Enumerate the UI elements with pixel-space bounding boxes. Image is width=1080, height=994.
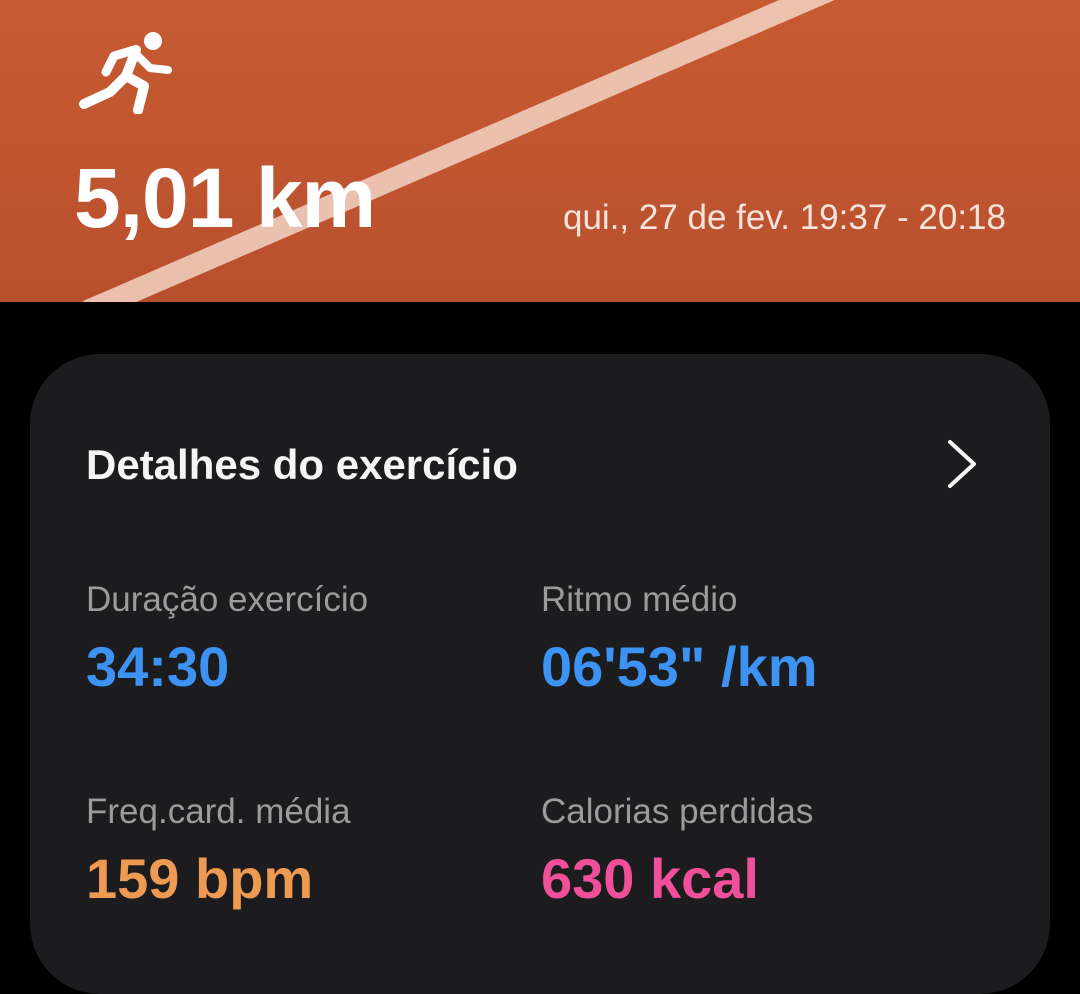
exercise-details-card[interactable]: Detalhes do exercício Duração exercício …: [30, 354, 1050, 994]
workout-datetime: qui., 27 de fev. 19:37 - 20:18: [562, 198, 1006, 237]
hero-banner: 5,01 km qui., 27 de fev. 19:37 - 20:18: [0, 0, 1080, 302]
stat-value: 34:30: [86, 635, 230, 698]
stat-label: Duração exercício: [86, 580, 369, 619]
stat-label: Calorias perdidas: [541, 792, 814, 831]
stat-value: 630 kcal: [541, 847, 759, 910]
stat-label: Ritmo médio: [541, 580, 738, 619]
stat-label: Freq.card. média: [86, 792, 351, 831]
card-title: Detalhes do exercício: [86, 441, 518, 488]
stat-value: 159 bpm: [86, 847, 314, 910]
stat-average-heart-rate: Freq.card. média 159 bpm: [86, 794, 351, 907]
distance-value: 5,01 km: [74, 151, 376, 245]
chevron-right-icon[interactable]: [944, 436, 980, 492]
stat-duration: Duração exercício 34:30: [86, 582, 368, 695]
stat-value: 06'53" /km: [541, 635, 818, 698]
running-person-icon: [79, 32, 172, 114]
stat-average-pace: Ritmo médio 06'53" /km: [541, 582, 818, 695]
stat-calories: Calorias perdidas 630 kcal: [541, 794, 813, 907]
